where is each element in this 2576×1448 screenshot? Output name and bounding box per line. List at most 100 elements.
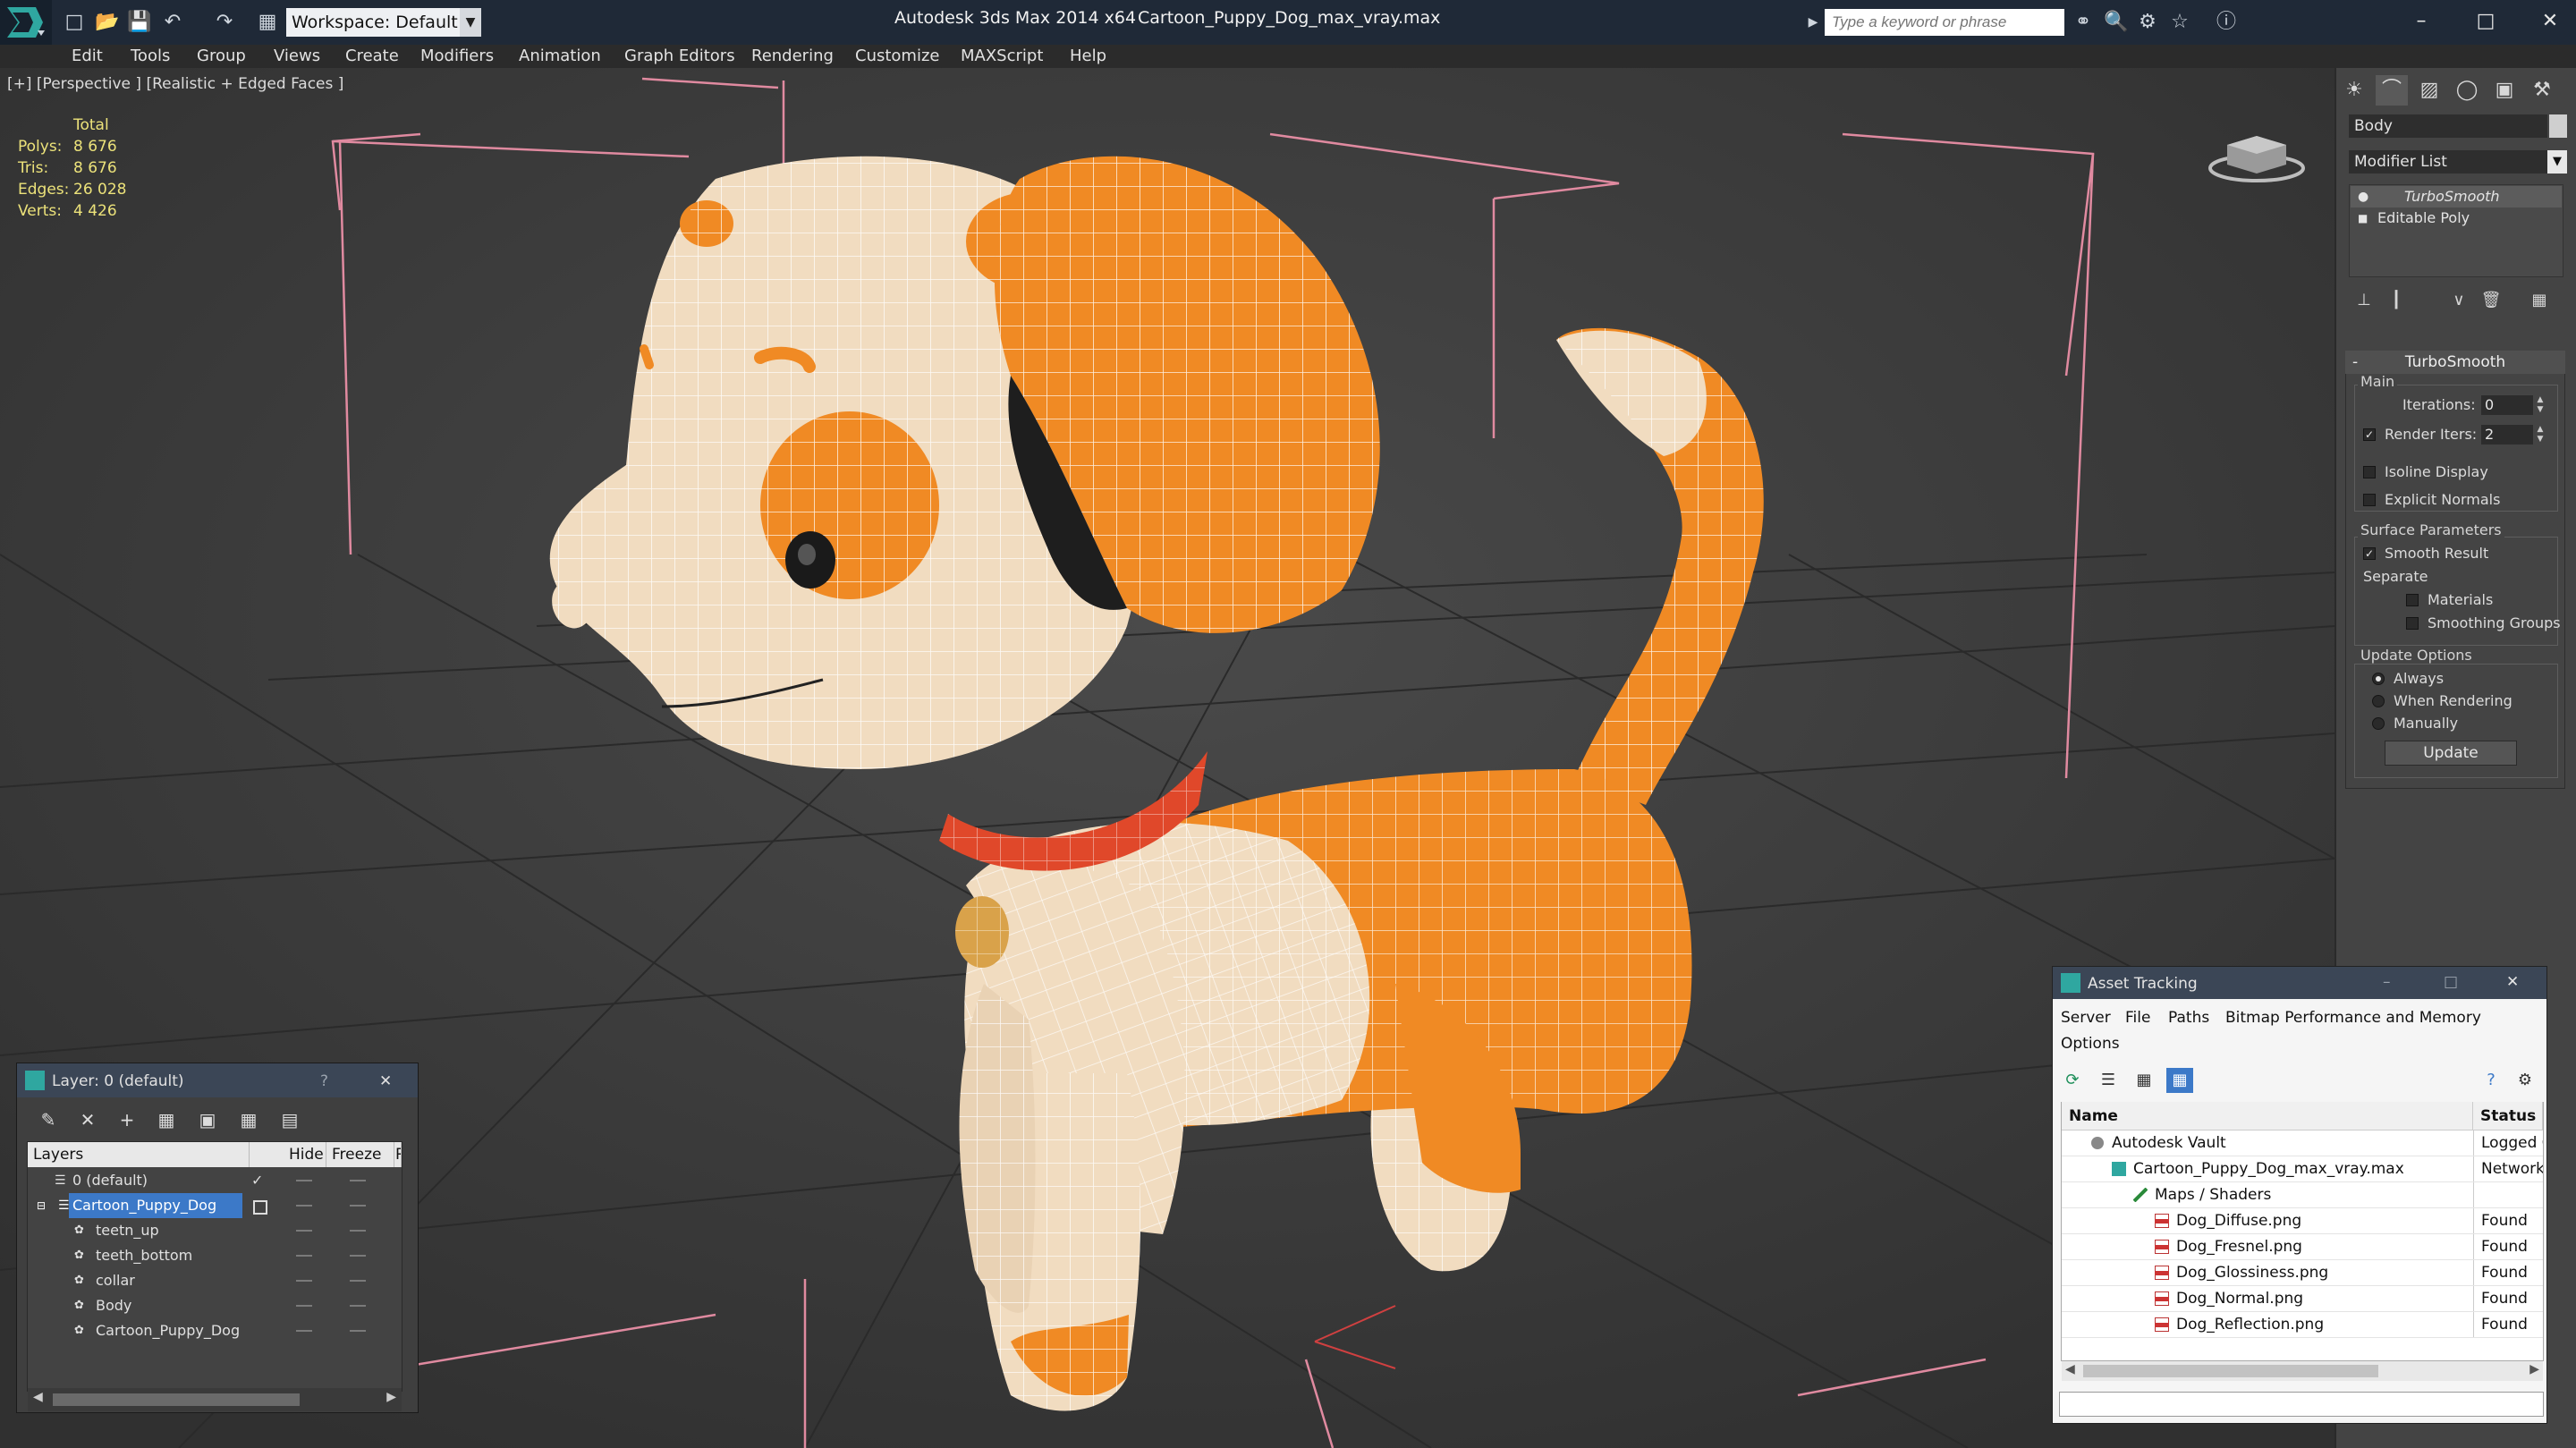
new-file-icon[interactable]: □ — [63, 11, 86, 34]
asset-row[interactable]: Dog_Glossiness.png Found — [2062, 1260, 2543, 1286]
menu-animation[interactable]: Animation — [519, 46, 601, 67]
list-view-icon[interactable]: ☰ — [2095, 1068, 2122, 1093]
set-current-checkbox[interactable] — [253, 1200, 267, 1215]
render-iters-spinner[interactable]: 2 — [2481, 425, 2533, 445]
scrollbar-thumb[interactable] — [53, 1393, 300, 1406]
hide-all-icon[interactable]: ▦ — [236, 1107, 261, 1132]
menu-create[interactable]: Create — [345, 46, 399, 67]
materials-checkbox[interactable] — [2406, 594, 2419, 606]
expand-icon[interactable]: ⊟ — [33, 1193, 49, 1218]
close-icon[interactable]: ✕ — [2506, 973, 2519, 991]
pin-stack-icon[interactable]: ⊥ — [2351, 288, 2377, 313]
maximize-icon[interactable]: □ — [2463, 5, 2508, 38]
asset-row[interactable]: Cartoon_Puppy_Dog_max_vray.max Network — [2062, 1156, 2543, 1182]
binoculars-icon[interactable]: ⚭ — [2072, 11, 2095, 34]
layer-row[interactable]: ☰ 0 (default) ✓ — [28, 1168, 402, 1193]
highlight-layer-icon[interactable]: ▣ — [195, 1107, 220, 1132]
modify-tab-icon[interactable]: ⌒ — [2376, 75, 2408, 106]
search-icon[interactable]: 🔍 — [2104, 11, 2128, 34]
help-icon[interactable]: ? — [320, 1072, 328, 1090]
redo-icon[interactable]: ↷ — [213, 11, 236, 34]
grid-view-icon[interactable]: ▦ — [2166, 1068, 2193, 1093]
when-rendering-radio[interactable] — [2372, 695, 2385, 707]
menu-tools[interactable]: Tools — [131, 46, 170, 67]
bulb-icon[interactable]: ● — [2358, 186, 2368, 207]
layer-row[interactable]: ✿ Cartoon_Puppy_Dog — [28, 1318, 402, 1343]
utilities-tab-icon[interactable]: ⚒ — [2526, 75, 2558, 106]
asset-row[interactable]: Dog_Reflection.png Found — [2062, 1312, 2543, 1338]
spinner-arrows-icon[interactable]: ▲ ▼ — [2535, 395, 2546, 415]
object-color-swatch[interactable] — [2549, 114, 2567, 138]
asset-row[interactable]: Dog_Diffuse.png Found — [2062, 1208, 2543, 1234]
favorites-star-icon[interactable]: ☆ — [2168, 11, 2191, 34]
layer-row[interactable]: ✿ teeth_bottom — [28, 1243, 402, 1268]
column-name[interactable]: Name — [2062, 1102, 2473, 1130]
viewcube[interactable] — [2207, 123, 2306, 182]
rollout-header[interactable]: - TurboSmooth — [2345, 351, 2565, 374]
asset-menu-paths[interactable]: Paths — [2168, 1009, 2209, 1027]
help-icon[interactable]: ? — [2478, 1068, 2504, 1093]
display-tab-icon[interactable]: ▣ — [2488, 75, 2521, 106]
project-folder-icon[interactable]: ▦ — [256, 11, 279, 34]
show-end-result-icon[interactable]: ┃ — [2383, 288, 2410, 313]
always-radio[interactable] — [2372, 673, 2385, 685]
motion-tab-icon[interactable]: ◯ — [2451, 75, 2483, 106]
open-file-icon[interactable]: 📂 — [95, 11, 119, 34]
chevron-down-icon[interactable]: ▼ — [2547, 150, 2567, 174]
make-unique-icon[interactable]: ∨ — [2445, 288, 2472, 313]
manually-radio[interactable] — [2372, 717, 2385, 730]
column-hide[interactable]: Hide — [250, 1142, 326, 1167]
scrollbar-thumb[interactable] — [2083, 1365, 2378, 1377]
menu-help[interactable]: Help — [1070, 46, 1106, 67]
column-freeze[interactable]: Freeze — [326, 1142, 394, 1167]
iterations-spinner[interactable]: 0 — [2481, 395, 2533, 415]
configure-sets-icon[interactable]: ▦ — [2526, 288, 2553, 313]
workspace-dropdown[interactable]: Workspace: Default — [286, 8, 460, 37]
create-layer-icon[interactable]: ✎ — [36, 1107, 61, 1132]
help-icon[interactable]: ⓘ — [2215, 11, 2238, 34]
active-layer-check-icon[interactable]: ✓ — [251, 1168, 263, 1193]
menu-rendering[interactable]: Rendering — [751, 46, 834, 67]
render-iters-checkbox[interactable]: ✓ — [2363, 428, 2376, 441]
chevron-down-icon[interactable]: ▼ — [460, 8, 481, 37]
save-file-icon[interactable]: 💾 — [127, 11, 151, 34]
layer-row[interactable]: ⊟ ☰ Cartoon_Puppy_Dog — [28, 1193, 402, 1218]
smooth-result-checkbox[interactable]: ✓ — [2363, 547, 2376, 560]
update-button[interactable]: Update — [2385, 741, 2517, 766]
asset-menu-server[interactable]: Server — [2061, 1009, 2111, 1027]
menu-views[interactable]: Views — [274, 46, 320, 67]
freeze-all-icon[interactable]: ▤ — [277, 1107, 302, 1132]
menu-maxscript[interactable]: MAXScript — [961, 46, 1043, 67]
asset-row[interactable]: Autodesk Vault Logged O — [2062, 1130, 2543, 1156]
smoothing-groups-checkbox[interactable] — [2406, 617, 2419, 630]
refresh-icon[interactable]: ⟳ — [2059, 1068, 2086, 1093]
horizontal-scrollbar[interactable]: ◀ ▶ — [2062, 1361, 2543, 1381]
expand-icon[interactable]: ■ — [2358, 207, 2368, 229]
horizontal-scrollbar[interactable]: ◀ ▶ — [28, 1388, 402, 1411]
column-layers[interactable]: Layers — [28, 1142, 250, 1167]
asset-row[interactable]: Maps / Shaders — [2062, 1182, 2543, 1208]
undo-icon[interactable]: ↶ — [161, 11, 184, 34]
explicit-normals-checkbox[interactable] — [2363, 494, 2376, 506]
delete-layer-icon[interactable]: ✕ — [75, 1107, 100, 1132]
close-icon[interactable]: ✕ — [379, 1072, 392, 1090]
object-name-field[interactable]: Body — [2349, 114, 2547, 138]
select-objects-icon[interactable]: ▦ — [154, 1107, 179, 1132]
layer-row[interactable]: ✿ Body — [28, 1293, 402, 1318]
column-render[interactable]: R — [394, 1142, 402, 1167]
close-icon[interactable]: ✕ — [2528, 5, 2572, 38]
asset-menu-options[interactable]: Options — [2061, 1035, 2120, 1053]
layer-row[interactable]: ✿ collar — [28, 1268, 402, 1293]
expand-search-icon[interactable]: ▶ — [1801, 11, 1825, 34]
add-to-layer-icon[interactable]: + — [114, 1107, 140, 1132]
menu-modifiers[interactable]: Modifiers — [420, 46, 494, 67]
asset-row[interactable]: Dog_Normal.png Found — [2062, 1286, 2543, 1312]
minimize-icon[interactable]: – — [2399, 5, 2444, 38]
maximize-icon[interactable]: □ — [2444, 973, 2458, 991]
hierarchy-tab-icon[interactable]: ▨ — [2413, 75, 2445, 106]
isoline-display-checkbox[interactable] — [2363, 466, 2376, 478]
table-view-icon[interactable]: ▦ — [2131, 1068, 2157, 1093]
communication-center-icon[interactable]: ⚙ — [2136, 11, 2159, 34]
minimize-icon[interactable]: – — [2383, 973, 2391, 991]
menu-customize[interactable]: Customize — [855, 46, 939, 67]
